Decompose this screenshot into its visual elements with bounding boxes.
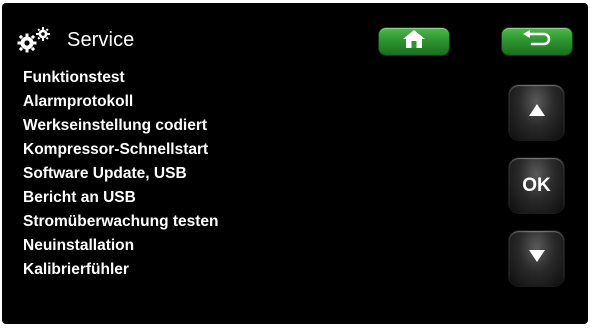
gears-icon <box>16 26 52 54</box>
back-arrow-icon <box>520 30 554 53</box>
menu-item-kalibrierfuehler[interactable]: Kalibrierfühler <box>23 258 219 282</box>
menu-item-stromueberwachung-testen[interactable]: Stromüberwachung testen <box>23 210 219 234</box>
ok-label: OK <box>522 174 551 196</box>
scroll-down-button[interactable] <box>509 231 564 286</box>
header: Service <box>2 3 588 63</box>
page-title: Service <box>67 29 135 51</box>
screen: Service Funktionstest Alarmprotokoll Wer… <box>0 0 590 334</box>
home-icon <box>402 29 426 54</box>
display-panel: Service Funktionstest Alarmprotokoll Wer… <box>2 3 588 324</box>
home-button[interactable] <box>379 28 449 55</box>
menu-item-alarmprotokoll[interactable]: Alarmprotokoll <box>23 90 219 114</box>
scroll-up-button[interactable] <box>509 85 564 140</box>
menu-item-neuinstallation[interactable]: Neuinstallation <box>23 234 219 258</box>
menu-item-werkseinstellung-codiert[interactable]: Werkseinstellung codiert <box>23 114 219 138</box>
triangle-down-icon <box>528 249 546 268</box>
triangle-up-icon <box>528 103 546 122</box>
menu-item-funktionstest[interactable]: Funktionstest <box>23 66 219 90</box>
service-menu: Funktionstest Alarmprotokoll Werkseinste… <box>23 66 219 282</box>
menu-item-software-update-usb[interactable]: Software Update, USB <box>23 162 219 186</box>
ok-button[interactable]: OK <box>509 158 564 213</box>
menu-item-kompressor-schnellstart[interactable]: Kompressor-Schnellstart <box>23 138 219 162</box>
back-button[interactable] <box>502 28 572 55</box>
menu-item-bericht-an-usb[interactable]: Bericht an USB <box>23 186 219 210</box>
